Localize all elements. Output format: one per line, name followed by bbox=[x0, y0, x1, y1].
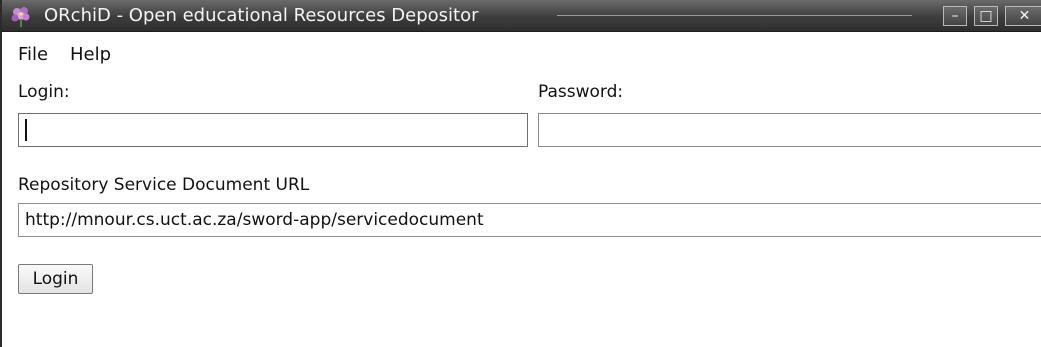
login-label: Login: bbox=[18, 82, 70, 102]
login-input[interactable] bbox=[18, 113, 528, 147]
password-label: Password: bbox=[538, 82, 624, 102]
repository-url-label: Repository Service Document URL bbox=[18, 175, 310, 195]
close-button[interactable]: ✕ bbox=[1005, 6, 1041, 26]
menu-help[interactable]: Help bbox=[70, 44, 111, 66]
maximize-button[interactable]: □ bbox=[974, 6, 998, 26]
repository-url-input[interactable] bbox=[18, 203, 1041, 237]
title-divider bbox=[557, 15, 912, 16]
login-button[interactable]: Login bbox=[18, 264, 93, 294]
menu-file[interactable]: File bbox=[18, 44, 48, 66]
text-caret bbox=[25, 119, 27, 141]
flower-icon bbox=[8, 4, 34, 28]
title-bar[interactable]: ORchiD - Open educational Resources Depo… bbox=[2, 0, 1041, 32]
window-title: ORchiD - Open educational Resources Depo… bbox=[44, 5, 479, 26]
minimize-button[interactable]: – bbox=[943, 6, 967, 26]
password-input[interactable] bbox=[538, 113, 1041, 147]
app-window: ORchiD - Open educational Resources Depo… bbox=[0, 0, 1041, 347]
